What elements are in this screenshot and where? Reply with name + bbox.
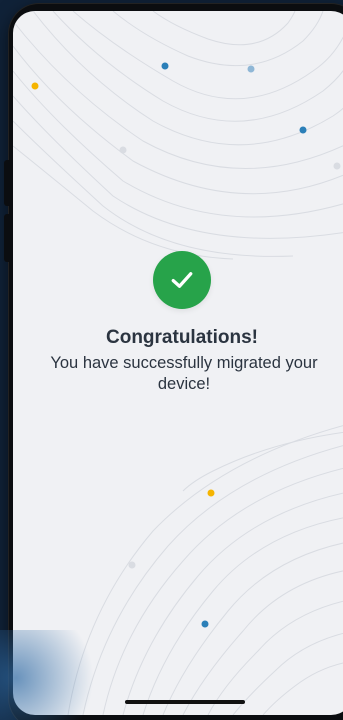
success-content: Congratulations! You have successfully m… bbox=[13, 11, 343, 715]
home-indicator[interactable] bbox=[125, 700, 245, 704]
volume-up-button bbox=[4, 160, 12, 206]
success-title: Congratulations! bbox=[106, 327, 258, 348]
success-message: You have successfully migrated your devi… bbox=[50, 354, 318, 393]
volume-down-button bbox=[4, 214, 12, 262]
checkmark-icon bbox=[153, 251, 211, 309]
device-mockup: Congratulations! You have successfully m… bbox=[0, 0, 343, 720]
phone-screen: Congratulations! You have successfully m… bbox=[13, 11, 343, 715]
